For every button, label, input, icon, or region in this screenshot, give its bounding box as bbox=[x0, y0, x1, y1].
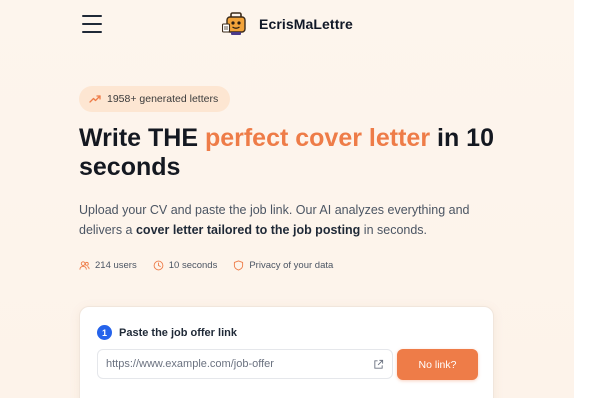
hero-stats: 214 users 10 seconds Privacy of your dat… bbox=[79, 260, 333, 271]
menu-bar bbox=[82, 15, 102, 17]
trending-up-icon bbox=[89, 95, 101, 103]
menu-bar bbox=[82, 23, 102, 25]
stat-time: 10 seconds bbox=[153, 260, 218, 271]
step-number-badge: 1 bbox=[97, 325, 112, 340]
users-icon bbox=[79, 261, 90, 270]
step-header: 1 Paste the job offer link bbox=[97, 325, 237, 340]
job-link-card: 1 Paste the job offer link No link? bbox=[79, 306, 494, 398]
generated-letters-badge: 1958+ generated letters bbox=[79, 86, 231, 112]
step-label: Paste the job offer link bbox=[119, 326, 237, 339]
hero-description: Upload your CV and paste the job link. O… bbox=[79, 200, 509, 240]
hero-title: Write THE perfect cover letter in 10 sec… bbox=[79, 124, 519, 182]
page-edge bbox=[574, 0, 600, 398]
stat-text: Privacy of your data bbox=[249, 260, 334, 271]
page-background: EcrisMaLettre 1958+ generated letters Wr… bbox=[0, 0, 574, 398]
desc-part: in seconds. bbox=[360, 223, 428, 237]
menu-bar bbox=[82, 31, 102, 33]
stat-users: 214 users bbox=[79, 260, 137, 271]
hamburger-menu-icon[interactable] bbox=[82, 15, 102, 33]
clock-icon bbox=[153, 260, 164, 271]
stat-text: 10 seconds bbox=[168, 260, 218, 271]
external-link-icon[interactable] bbox=[373, 359, 384, 370]
shield-icon bbox=[234, 260, 244, 271]
job-url-field[interactable] bbox=[97, 349, 393, 379]
brand[interactable]: EcrisMaLettre bbox=[221, 11, 353, 37]
brand-name: EcrisMaLettre bbox=[259, 16, 353, 32]
job-url-input[interactable] bbox=[106, 358, 373, 370]
badge-text: 1958+ generated letters bbox=[107, 93, 219, 105]
stat-text: 214 users bbox=[95, 260, 137, 271]
desc-emphasis: cover letter tailored to the job posting bbox=[135, 223, 361, 237]
title-part: Write THE bbox=[79, 124, 205, 152]
no-link-button[interactable]: No link? bbox=[397, 349, 478, 380]
stat-privacy: Privacy of your data bbox=[233, 260, 333, 271]
briefcase-mascot-logo bbox=[221, 12, 250, 36]
title-accent: perfect cover letter bbox=[204, 124, 431, 152]
